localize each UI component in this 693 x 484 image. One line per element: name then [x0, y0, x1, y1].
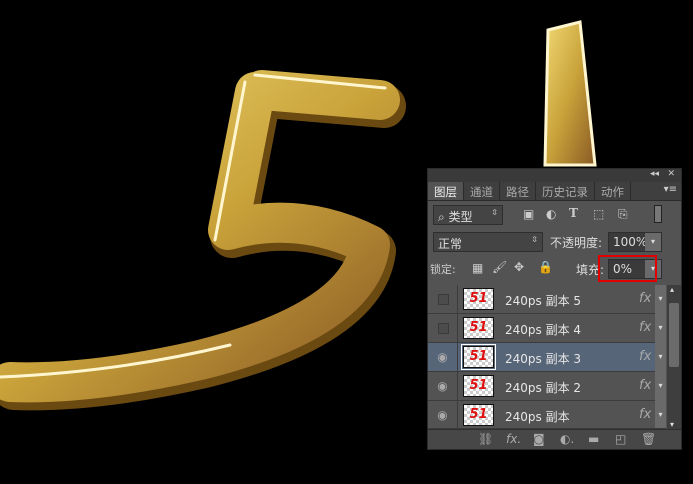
- chevron-down-icon[interactable]: ▾: [645, 233, 661, 251]
- digit-5: [0, 70, 406, 411]
- layer-name[interactable]: 240ps 副本 2: [505, 379, 581, 396]
- fx-icon[interactable]: fx: [639, 378, 651, 393]
- lock-label: 锁定:: [430, 263, 456, 276]
- layers-panel: ◂◂ ✕ 图层 通道 路径 历史记录 动作 ▾≡ ⌕ 类型 ⇳ ▣ ◐ T ⬚ ⎘…: [427, 168, 682, 450]
- opacity-value: 100%: [613, 235, 648, 249]
- layer-thumbnail: 51: [463, 375, 494, 397]
- tab-history[interactable]: 历史记录: [536, 182, 595, 200]
- panel-bottom-toolbar: ⛓ fx. ◙ ◐. ▬ ◰ 🗑: [428, 429, 681, 449]
- panel-titlebar: ◂◂ ✕: [428, 169, 681, 182]
- tab-layers[interactable]: 图层: [428, 182, 464, 200]
- tab-channels[interactable]: 通道: [464, 182, 500, 200]
- search-icon: ⌕: [438, 210, 449, 224]
- eye-icon[interactable]: ◉: [428, 401, 458, 428]
- close-icon[interactable]: ✕: [667, 169, 675, 179]
- shape-filter-icon[interactable]: ⬚: [593, 207, 604, 221]
- filter-toggle[interactable]: [654, 205, 662, 223]
- layer-row[interactable]: ◉ 51 240ps 副本 2 fx ▾: [428, 372, 666, 401]
- fill-highlight-box: [598, 255, 657, 282]
- expand-effects-icon[interactable]: ▾: [655, 372, 666, 401]
- expand-effects-icon[interactable]: ▾: [655, 285, 666, 314]
- type-filter-icon[interactable]: T: [569, 206, 578, 220]
- panel-tabs: 图层 通道 路径 历史记录 动作 ▾≡: [428, 182, 681, 201]
- add-style-icon[interactable]: fx.: [506, 432, 521, 446]
- expand-effects-icon[interactable]: ▾: [655, 343, 666, 372]
- updown-icon: ⇳: [491, 208, 498, 217]
- lock-transparency-icon[interactable]: ▦: [472, 261, 483, 275]
- visibility-toggle[interactable]: [428, 314, 458, 343]
- filter-type-select[interactable]: ⌕ 类型 ⇳: [433, 205, 503, 225]
- tab-actions[interactable]: 动作: [595, 182, 631, 200]
- eye-icon[interactable]: ◉: [428, 372, 458, 401]
- tab-paths[interactable]: 路径: [500, 182, 536, 200]
- adjustment-layer-icon[interactable]: ◐.: [560, 432, 574, 446]
- add-mask-icon[interactable]: ◙: [533, 432, 545, 446]
- scroll-down-icon[interactable]: ▾: [670, 420, 674, 429]
- link-layers-icon[interactable]: ⛓: [478, 432, 493, 446]
- layer-name[interactable]: 240ps 副本 5: [505, 292, 581, 309]
- layer-name[interactable]: 240ps 副本: [505, 408, 570, 425]
- layer-row[interactable]: ◉ 51 240ps 副本 fx ▾: [428, 401, 666, 429]
- layer-name[interactable]: 240ps 副本 3: [505, 350, 581, 367]
- fx-icon[interactable]: fx: [639, 349, 651, 364]
- lock-paint-brush-icon[interactable]: 🖌: [492, 260, 507, 274]
- layer-thumbnail: 51: [463, 288, 494, 310]
- lock-move-icon[interactable]: ✥: [514, 260, 524, 274]
- fx-icon[interactable]: fx: [639, 291, 651, 306]
- updown-icon: ⇳: [531, 235, 538, 244]
- opacity-label: 不透明度:: [550, 236, 603, 250]
- layer-row[interactable]: 51 240ps 副本 4 fx ▾: [428, 314, 666, 343]
- fx-icon[interactable]: fx: [639, 407, 651, 422]
- collapse-icon[interactable]: ◂◂: [650, 169, 659, 179]
- digit-1: [543, 20, 597, 167]
- layer-thumbnail: 51: [463, 404, 494, 426]
- opacity-input[interactable]: 100% ▾: [608, 232, 662, 252]
- filter-label: 类型: [448, 210, 473, 224]
- layers-list: 51 240ps 副本 5 fx ▾ 51 240ps 副本 4 fx ▾ ◉ 51 240ps…: [428, 285, 681, 429]
- layers-scrollbar[interactable]: ▴ ▾: [667, 285, 681, 429]
- layer-row-selected[interactable]: ◉ 51 240ps 副本 3 fx ▾: [428, 343, 666, 372]
- layer-name[interactable]: 240ps 副本 4: [505, 321, 581, 338]
- layer-row[interactable]: 51 240ps 副本 5 fx ▾: [428, 285, 666, 314]
- lock-all-icon[interactable]: 🔒: [538, 260, 553, 274]
- layer-thumbnail: 51: [463, 317, 494, 339]
- smart-object-filter-icon[interactable]: ⎘: [618, 207, 628, 222]
- expand-effects-icon[interactable]: ▾: [655, 314, 666, 343]
- new-group-icon[interactable]: ▬: [588, 432, 599, 446]
- new-layer-icon[interactable]: ◰: [615, 432, 626, 446]
- layer-thumbnail: 51: [461, 344, 496, 370]
- panel-menu-icon[interactable]: ▾≡: [664, 184, 677, 195]
- blend-mode-value: 正常: [438, 237, 463, 251]
- eye-icon[interactable]: ◉: [428, 343, 458, 372]
- delete-layer-icon[interactable]: 🗑: [641, 432, 656, 446]
- scrollbar-thumb[interactable]: [669, 303, 679, 367]
- scroll-up-icon[interactable]: ▴: [670, 285, 674, 294]
- pixel-filter-icon[interactable]: ▣: [523, 207, 534, 221]
- blend-mode-select[interactable]: 正常 ⇳: [433, 232, 543, 252]
- adjustment-filter-icon[interactable]: ◐: [546, 207, 556, 221]
- visibility-toggle[interactable]: [428, 285, 458, 314]
- expand-effects-icon[interactable]: ▾: [655, 401, 666, 428]
- fx-icon[interactable]: fx: [639, 320, 651, 335]
